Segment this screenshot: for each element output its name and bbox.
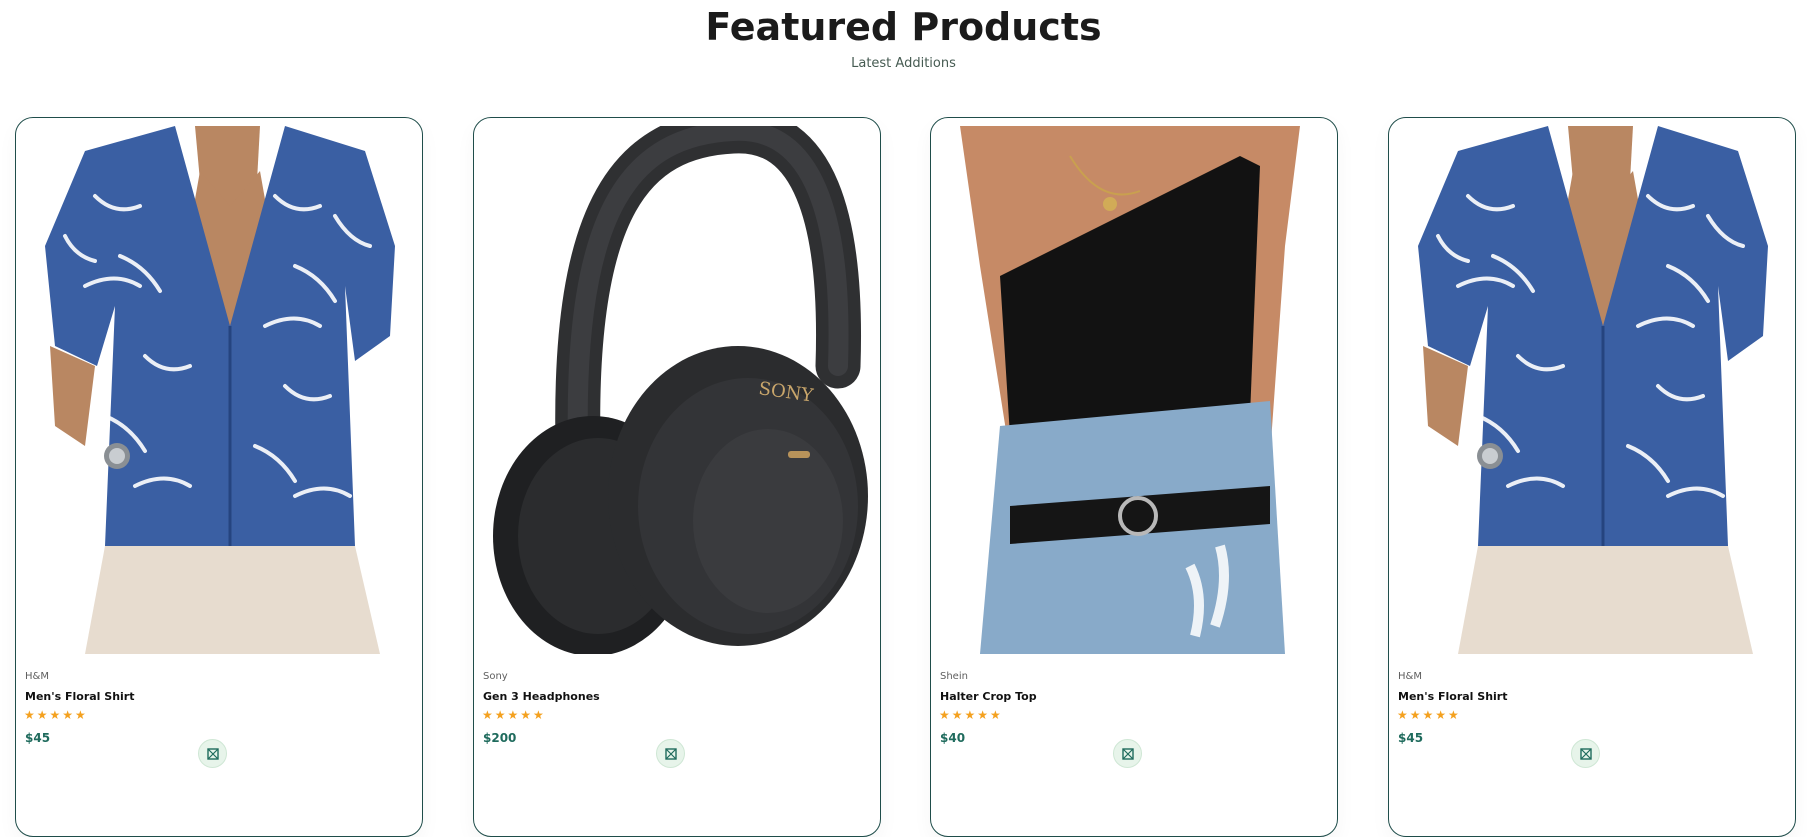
add-to-cart-button[interactable] <box>198 739 227 768</box>
product-card[interactable]: Shein Halter Crop Top ★★★★★ $40 <box>930 117 1338 837</box>
crop-top-image[interactable] <box>940 126 1329 654</box>
product-name[interactable]: Halter Crop Top <box>940 690 1037 703</box>
product-brand: H&M <box>25 671 49 682</box>
product-brand: H&M <box>1398 671 1422 682</box>
rating-stars: ★★★★★ <box>24 708 88 722</box>
cart-icon <box>1579 747 1592 760</box>
section-title: Featured Products <box>705 5 1102 49</box>
add-to-cart-button[interactable] <box>1571 739 1600 768</box>
product-name[interactable]: Men's Floral Shirt <box>25 690 134 703</box>
cart-icon <box>206 747 219 760</box>
product-card[interactable]: SONY Sony Gen 3 Headphones ★★★★★ $200 <box>473 117 881 837</box>
product-price: $40 <box>940 731 966 745</box>
product-grid: H&M Men's Floral Shirt ★★★★★ $45 SONY So… <box>15 117 1805 837</box>
cart-icon <box>664 747 677 760</box>
product-price: $200 <box>483 731 517 745</box>
headphones-image[interactable]: SONY <box>483 126 872 654</box>
add-to-cart-button[interactable] <box>656 739 685 768</box>
rating-stars: ★★★★★ <box>1397 708 1461 722</box>
product-brand: Sony <box>483 671 508 682</box>
product-card[interactable]: H&M Men's Floral Shirt ★★★★★ $45 <box>1388 117 1796 837</box>
add-to-cart-button[interactable] <box>1113 739 1142 768</box>
product-name[interactable]: Men's Floral Shirt <box>1398 690 1507 703</box>
product-price: $45 <box>1398 731 1424 745</box>
floral-shirt-image[interactable] <box>1398 126 1787 654</box>
product-card[interactable]: H&M Men's Floral Shirt ★★★★★ $45 <box>15 117 423 837</box>
rating-stars: ★★★★★ <box>939 708 1003 722</box>
section-header: Featured Products Latest Additions <box>0 0 1807 71</box>
product-price: $45 <box>25 731 51 745</box>
section-subtitle: Latest Additions <box>851 56 956 71</box>
floral-shirt-image[interactable] <box>25 126 414 654</box>
product-brand: Shein <box>940 671 968 682</box>
product-name[interactable]: Gen 3 Headphones <box>483 690 600 703</box>
rating-stars: ★★★★★ <box>482 708 546 722</box>
cart-icon <box>1121 747 1134 760</box>
